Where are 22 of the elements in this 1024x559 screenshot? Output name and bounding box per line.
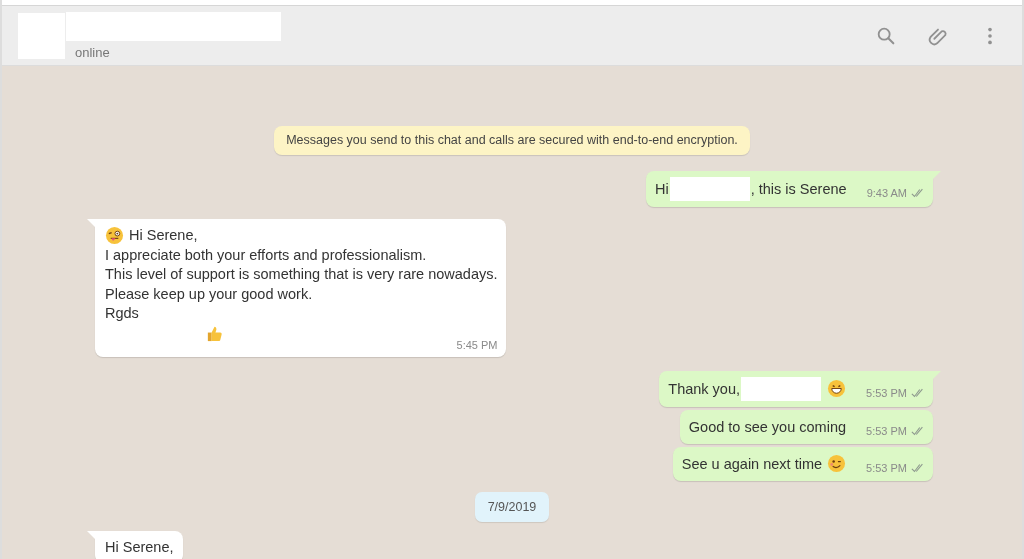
winking-face-icon xyxy=(827,454,847,473)
message-text: Hi Serene, xyxy=(129,226,198,245)
grinning-face-icon xyxy=(827,379,847,398)
message-text: Good to see you coming xyxy=(688,418,847,435)
contact-status: online xyxy=(75,45,111,60)
message-text: Rgds xyxy=(105,304,139,323)
date-chip: 7/9/2019 xyxy=(474,491,550,522)
message-text: Hi xyxy=(655,181,669,197)
message-text: , this is Serene xyxy=(750,181,847,197)
encryption-notice: Messages you send to this chat and calls are secured with end-to-end encryption. xyxy=(274,126,750,155)
message-text: Thank you, xyxy=(668,380,741,397)
message-text: See u again next time xyxy=(681,455,823,472)
message-text: This level of support is something that is very rare nowadays. xyxy=(105,265,498,284)
message-time: 5:53 PM xyxy=(866,424,907,437)
message-text: Hi Serene, xyxy=(105,537,174,557)
message-time: 5:53 PM xyxy=(866,386,907,399)
message-text: Please keep up your good work. xyxy=(105,284,313,304)
tongue-face-icon xyxy=(105,226,124,246)
message-time: 5:53 PM xyxy=(866,461,907,474)
message-time: 5:45 PM xyxy=(456,338,498,351)
message-text: I appreciate both your efforts and professionalism. xyxy=(105,245,427,265)
message-time: 9:43 AM xyxy=(866,187,907,199)
